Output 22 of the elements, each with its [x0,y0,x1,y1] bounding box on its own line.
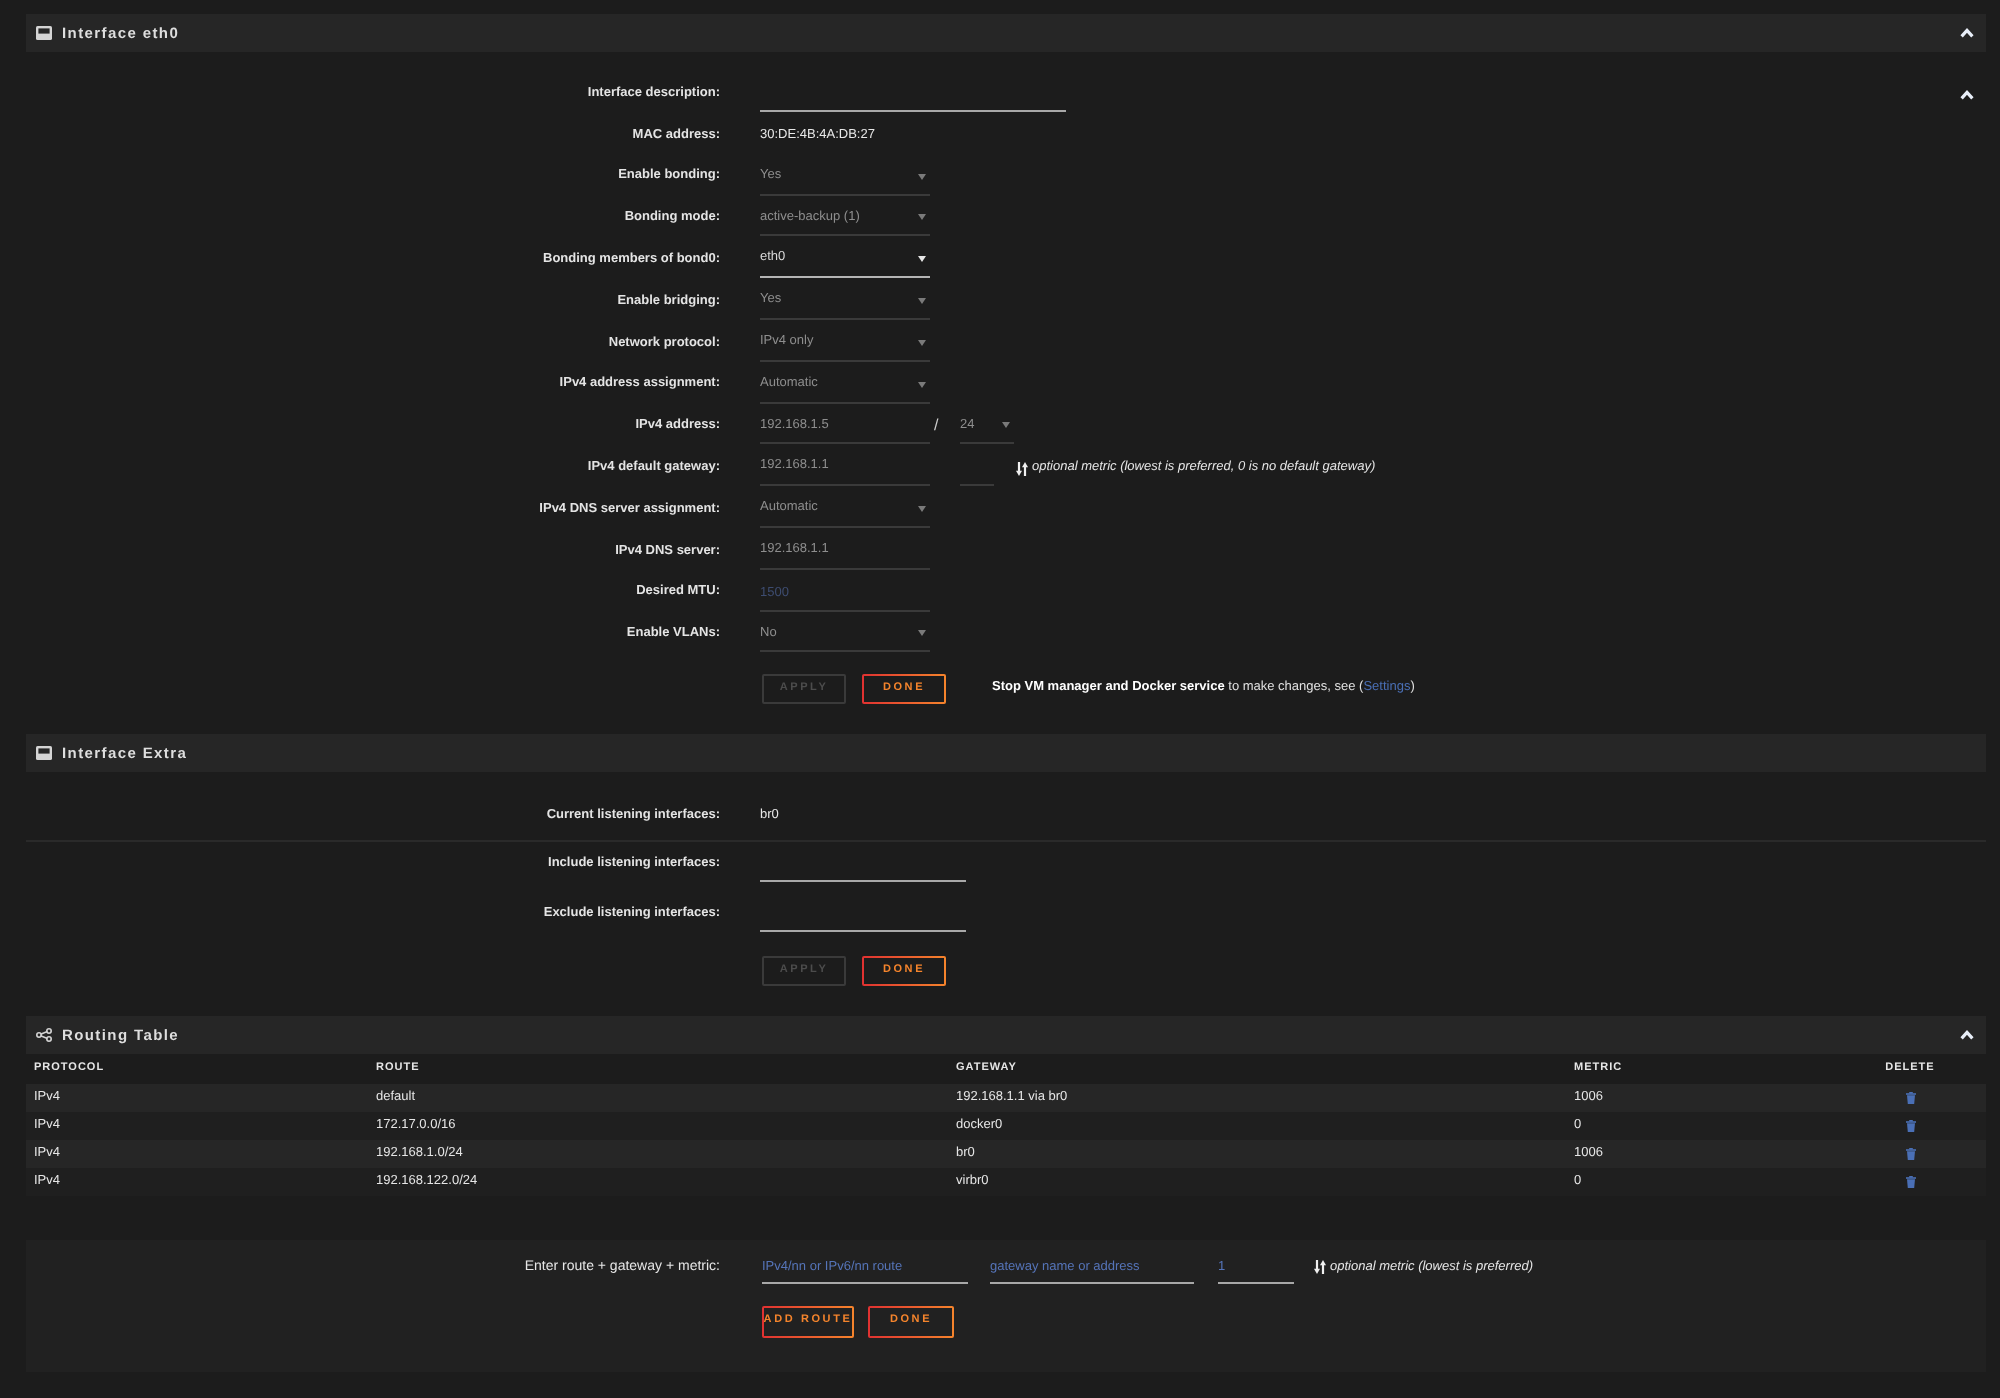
window-icon [36,745,52,760]
chevron-up-icon[interactable] [1960,89,1974,100]
sort-arrows-icon [1314,1260,1326,1275]
caret-icon [1002,422,1010,429]
chevron-up-icon[interactable] [1960,28,1974,38]
share-icon [36,1027,52,1042]
trash-icon[interactable] [1905,1091,1915,1104]
trash-icon[interactable] [1905,1175,1915,1188]
caret-icon [918,630,926,637]
caret-icon [918,381,926,388]
trash-icon[interactable] [1905,1147,1915,1160]
sort-arrows-icon [1016,461,1028,476]
window-icon [36,26,52,40]
chevron-up-icon[interactable] [1960,1029,1974,1040]
caret-icon [918,297,926,304]
trash-icon[interactable] [1905,1119,1915,1132]
caret-icon [918,256,926,263]
caret-icon [918,505,926,512]
caret-icon [918,339,926,346]
separator-text: / [934,418,941,435]
caret-icon [918,173,926,180]
caret-icon [918,214,926,221]
